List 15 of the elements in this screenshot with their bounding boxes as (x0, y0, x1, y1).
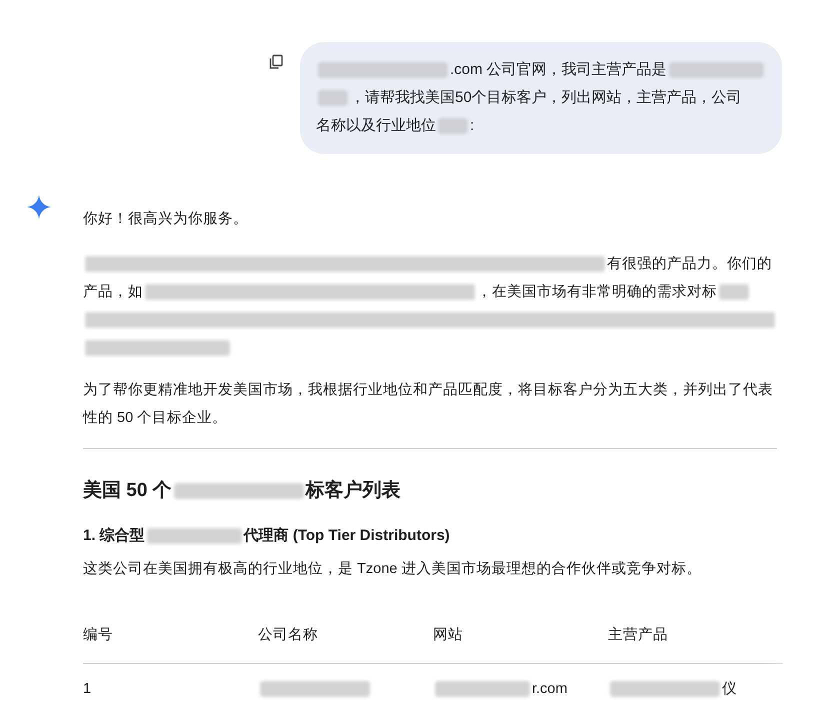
column-header: 主营产品 (608, 626, 668, 645)
table-cell-text: 1 (83, 680, 92, 699)
paragraph: 为了帮你更精准地开发美国市场，我根据行业地位和产品匹配度，将目标客户分为五大类，并列出了代表性的 50 个目标企业。 (83, 380, 774, 428)
column-header: 公司名称 (258, 626, 318, 645)
column-header: 网站 (433, 626, 463, 645)
section-heading: 美国 50 个 标客户列表 (83, 478, 402, 503)
description-text: 这类公司在美国拥有极高的行业地位，是 Tzone 进入美国市场最理想的合作伙伴或竞争对标。 (83, 560, 702, 579)
table-cell: r.com (433, 676, 568, 702)
greeting-text: 你好！很高兴为你服务。 (83, 210, 249, 229)
sparkle-icon (27, 195, 51, 219)
message-bubble: .com 公司官网，我司主营产品是 ，请帮我找美国50个目标客户，列出网站，主营产品，公司 名称以及行业地位 : (300, 42, 782, 154)
column-header: 编号 (83, 626, 113, 645)
subsection-heading: 1. 综合型 代理商 (Top Tier Distributors) (83, 526, 451, 546)
copy-icon[interactable] (268, 54, 284, 70)
paragraph: 有很强的产品力。你们的产品，如 ，在美国市场有非常明确的需求对标 (83, 250, 777, 362)
